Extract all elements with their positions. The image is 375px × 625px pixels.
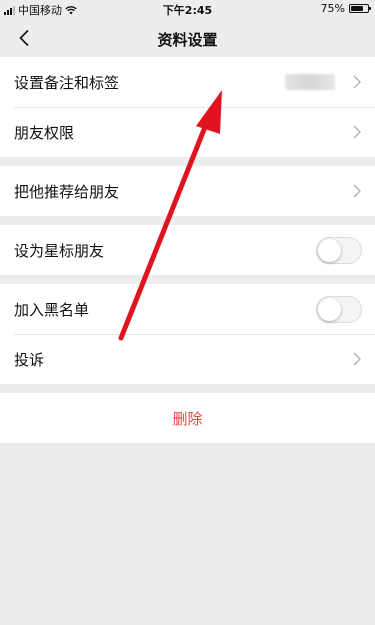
delete-label: 删除 xyxy=(172,409,203,428)
toggle-knob xyxy=(318,239,341,262)
star-friend-toggle[interactable] xyxy=(316,237,362,264)
cell-label: 设为星标朋友 xyxy=(14,241,105,260)
nav-bar: 资料设置 xyxy=(0,18,375,58)
settings-group-2: 把他推荐给朋友 xyxy=(0,166,375,216)
cell-label: 朋友权限 xyxy=(14,123,75,142)
battery-fill xyxy=(351,6,363,11)
blacklist-toggle[interactable] xyxy=(316,296,362,323)
chevron-right-icon xyxy=(353,125,361,139)
status-bar: 中国移动 下午2:45 75% xyxy=(0,0,375,18)
remark-value-blurred xyxy=(285,74,335,90)
status-right: 75% xyxy=(320,2,371,15)
chevron-right-icon xyxy=(353,352,361,366)
cell-label: 把他推荐给朋友 xyxy=(14,182,120,201)
delete-group: 删除 xyxy=(0,393,375,443)
cell-complain[interactable]: 投诉 xyxy=(0,334,375,384)
settings-group-3: 设为星标朋友 xyxy=(0,225,375,275)
cell-label: 设置备注和标签 xyxy=(14,73,120,92)
cell-remark-tags[interactable]: 设置备注和标签 xyxy=(0,57,375,107)
cell-blacklist: 加入黑名单 xyxy=(0,284,375,334)
page-title: 资料设置 xyxy=(157,31,218,49)
settings-group-4: 加入黑名单 投诉 xyxy=(0,284,375,384)
chevron-right-icon xyxy=(353,184,361,198)
cell-label: 投诉 xyxy=(14,350,45,369)
chevron-right-icon xyxy=(353,75,361,89)
status-time: 下午2:45 xyxy=(162,4,213,17)
delete-button[interactable]: 删除 xyxy=(0,393,375,443)
cell-friend-permissions[interactable]: 朋友权限 xyxy=(0,107,375,157)
cell-label: 加入黑名单 xyxy=(14,300,90,319)
battery-percent: 75% xyxy=(320,2,345,15)
toggle-knob xyxy=(318,298,341,321)
battery-icon xyxy=(349,4,371,13)
settings-group-1: 设置备注和标签 朋友权限 xyxy=(0,57,375,157)
cell-recommend-to-friends[interactable]: 把他推荐给朋友 xyxy=(0,166,375,216)
cell-star-friend: 设为星标朋友 xyxy=(0,225,375,275)
